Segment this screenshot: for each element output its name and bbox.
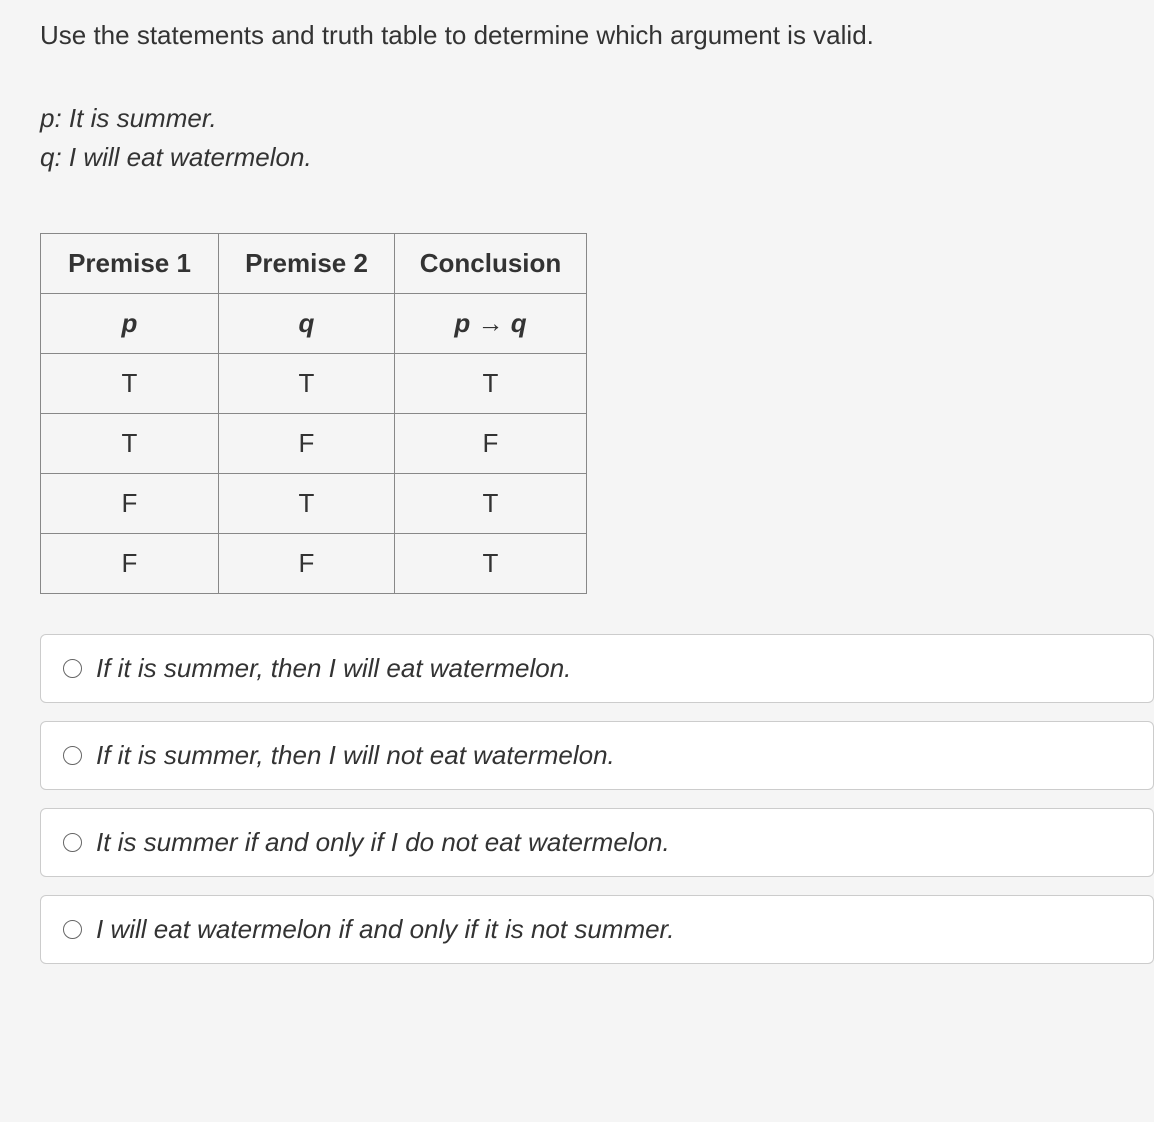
cell: T bbox=[41, 414, 219, 474]
option-4[interactable]: I will eat watermelon if and only if it … bbox=[40, 895, 1154, 964]
cell: T bbox=[395, 354, 587, 414]
statement-q: q: I will eat watermelon. bbox=[40, 138, 1154, 177]
cell: F bbox=[41, 474, 219, 534]
table-row: T F F bbox=[41, 414, 587, 474]
options-group: If it is summer, then I will eat waterme… bbox=[40, 634, 1154, 964]
option-label: I will eat watermelon if and only if it … bbox=[96, 914, 674, 945]
radio-icon[interactable] bbox=[63, 659, 82, 678]
radio-icon[interactable] bbox=[63, 833, 82, 852]
statement-p: p: It is summer. bbox=[40, 99, 1154, 138]
header-premise2: Premise 2 bbox=[219, 234, 395, 294]
statements-block: p: It is summer. q: I will eat watermelo… bbox=[40, 99, 1154, 177]
radio-icon[interactable] bbox=[63, 920, 82, 939]
subheader-pq: p → q bbox=[395, 294, 587, 354]
cell: T bbox=[395, 534, 587, 594]
cell: T bbox=[41, 354, 219, 414]
option-label: If it is summer, then I will not eat wat… bbox=[96, 740, 615, 771]
cell: T bbox=[395, 474, 587, 534]
radio-icon[interactable] bbox=[63, 746, 82, 765]
table-subheader-row: p q p → q bbox=[41, 294, 587, 354]
truth-table: Premise 1 Premise 2 Conclusion p q p → q… bbox=[40, 233, 587, 594]
header-conclusion: Conclusion bbox=[395, 234, 587, 294]
option-label: If it is summer, then I will eat waterme… bbox=[96, 653, 571, 684]
option-1[interactable]: If it is summer, then I will eat waterme… bbox=[40, 634, 1154, 703]
cell: F bbox=[41, 534, 219, 594]
header-premise1: Premise 1 bbox=[41, 234, 219, 294]
cell: T bbox=[219, 354, 395, 414]
table-row: F T T bbox=[41, 474, 587, 534]
table-row: F F T bbox=[41, 534, 587, 594]
option-2[interactable]: If it is summer, then I will not eat wat… bbox=[40, 721, 1154, 790]
cell: T bbox=[219, 474, 395, 534]
question-text: Use the statements and truth table to de… bbox=[40, 20, 1154, 51]
cell: F bbox=[219, 414, 395, 474]
table-header-row: Premise 1 Premise 2 Conclusion bbox=[41, 234, 587, 294]
table-row: T T T bbox=[41, 354, 587, 414]
pq-right: q bbox=[511, 308, 527, 338]
subheader-q: q bbox=[219, 294, 395, 354]
cell: F bbox=[395, 414, 587, 474]
arrow-icon: → bbox=[478, 308, 504, 338]
pq-left: p bbox=[454, 308, 470, 338]
subheader-p: p bbox=[41, 294, 219, 354]
option-3[interactable]: It is summer if and only if I do not eat… bbox=[40, 808, 1154, 877]
option-label: It is summer if and only if I do not eat… bbox=[96, 827, 670, 858]
cell: F bbox=[219, 534, 395, 594]
